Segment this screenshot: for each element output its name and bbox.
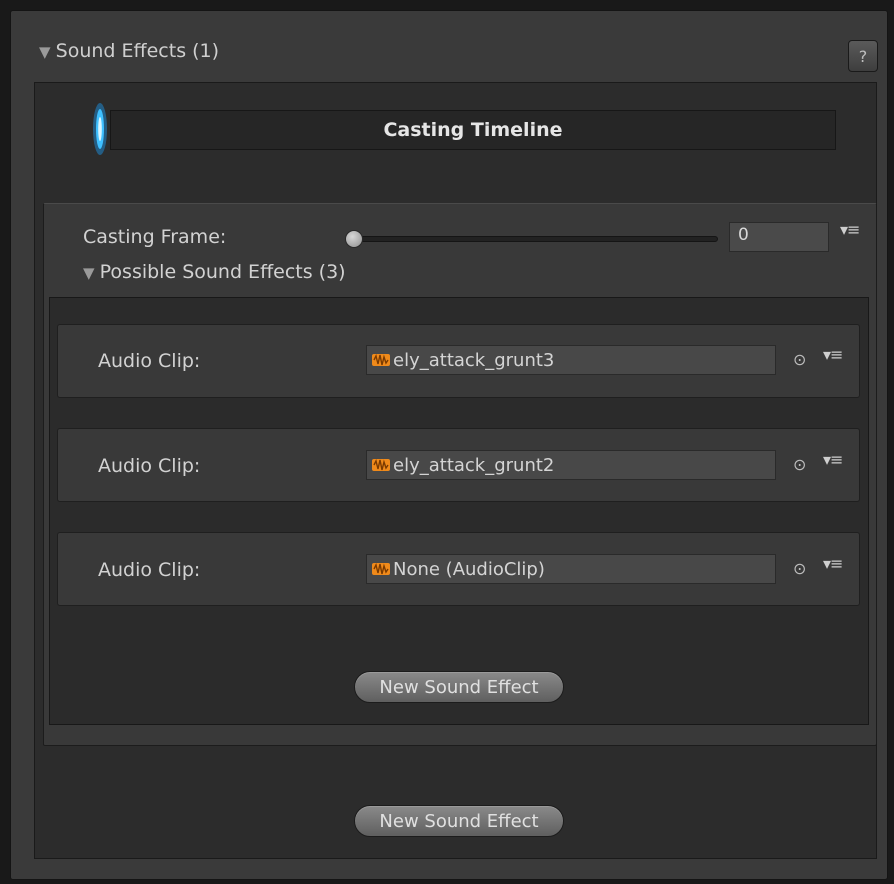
context-menu-icon[interactable]: ▾≡ xyxy=(840,220,860,239)
new-sound-effect-button[interactable]: New Sound Effect xyxy=(354,671,564,703)
audio-clip-label: Audio Clip: xyxy=(98,559,201,581)
possible-sound-effects-foldout[interactable]: ▼ Possible Sound Effects (3) xyxy=(83,261,346,283)
audio-clip-label: Audio Clip: xyxy=(98,455,201,477)
new-sound-effect-button[interactable]: New Sound Effect xyxy=(354,805,564,837)
triangle-down-icon: ▼ xyxy=(83,264,95,282)
help-button[interactable]: ? xyxy=(848,40,878,72)
audio-clip-field[interactable]: ely_attack_grunt3 xyxy=(366,345,776,375)
audio-clip-label: Audio Clip: xyxy=(98,350,201,372)
casting-frame-slider-track[interactable] xyxy=(352,236,718,242)
casting-frame-slider-thumb[interactable] xyxy=(345,230,363,248)
audio-clip-icon xyxy=(372,458,390,471)
possible-sound-effects-title: Possible Sound Effects (3) xyxy=(99,261,346,283)
audio-clip-value: ely_attack_grunt3 xyxy=(393,349,555,371)
object-picker-icon[interactable]: ⊙ xyxy=(793,455,806,474)
casting-timeline[interactable]: Casting Timeline xyxy=(110,110,836,150)
object-picker-icon[interactable]: ⊙ xyxy=(793,559,806,578)
triangle-down-icon: ▼ xyxy=(39,43,51,61)
timeline-title: Casting Timeline xyxy=(383,119,563,141)
context-menu-icon[interactable]: ▾≡ xyxy=(823,554,843,573)
audio-clip-value: ely_attack_grunt2 xyxy=(393,454,555,476)
casting-frame-label: Casting Frame: xyxy=(83,226,227,248)
audio-clip-icon xyxy=(372,353,390,366)
blue-flame-icon xyxy=(93,103,107,155)
audio-clip-field[interactable]: ely_attack_grunt2 xyxy=(366,450,776,480)
context-menu-icon[interactable]: ▾≡ xyxy=(823,450,843,469)
audio-clip-value: None (AudioClip) xyxy=(393,558,545,580)
audio-clip-icon xyxy=(372,562,390,575)
audio-clip-field[interactable]: None (AudioClip) xyxy=(366,554,776,584)
object-picker-icon[interactable]: ⊙ xyxy=(793,350,806,369)
context-menu-icon[interactable]: ▾≡ xyxy=(823,345,843,364)
sound-effects-foldout[interactable]: ▼ Sound Effects (1) xyxy=(39,40,219,62)
section-title: Sound Effects (1) xyxy=(55,40,220,62)
casting-frame-field[interactable]: 0 xyxy=(729,222,829,252)
